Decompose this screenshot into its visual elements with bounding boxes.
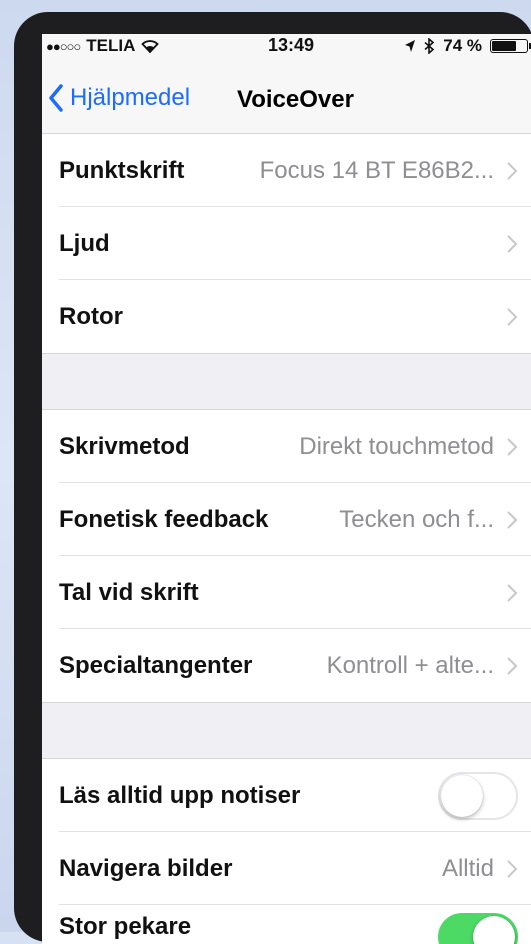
status-bar: ●●○○○ TELIA 13:49 74 % (42, 34, 531, 58)
signal-strength-icon: ●●○○○ (46, 38, 81, 54)
wifi-icon (141, 40, 160, 53)
row-rotor[interactable]: Rotor (42, 280, 531, 353)
row-label: Fonetisk feedback (59, 505, 269, 533)
page-title: VoiceOver (237, 86, 354, 113)
battery-percent: 74 % (443, 36, 482, 55)
row-value: Tecken och f... (339, 505, 494, 533)
row-punktskrift[interactable]: Punktskrift Focus 14 BT E86B2... (42, 134, 531, 207)
chevron-right-icon (507, 859, 518, 878)
status-right-group: 74 % (404, 36, 531, 56)
carrier-group: ●●○○○ TELIA (46, 36, 160, 56)
chevron-right-icon (507, 437, 518, 456)
row-label: Ljud (59, 229, 110, 257)
row-value: Focus 14 BT E86B2... (259, 156, 494, 184)
phone-frame: ●●○○○ TELIA 13:49 74 % Hjälpmedel VoiceO… (14, 12, 531, 944)
back-button[interactable]: Hjälpmedel (48, 84, 190, 112)
row-stor-pekare: Stor pekare (42, 905, 531, 944)
row-label: Punktskrift (59, 156, 185, 184)
large-pointer-toggle[interactable] (438, 913, 518, 944)
battery-icon (490, 39, 531, 53)
row-label: Rotor (59, 302, 123, 330)
bluetooth-icon (424, 38, 435, 54)
row-label: Tal vid skrift (59, 578, 199, 606)
carrier-label: TELIA (86, 36, 136, 55)
clock: 13:49 (268, 35, 315, 55)
row-label: Navigera bilder (59, 854, 233, 882)
row-las-alltid-upp-notiser: Läs alltid upp notiser (42, 759, 531, 832)
toggle-knob (473, 916, 515, 944)
section-spacer (42, 353, 531, 410)
chevron-right-icon (507, 510, 518, 529)
chevron-right-icon (507, 307, 518, 326)
row-ljud[interactable]: Ljud (42, 207, 531, 280)
chevron-right-icon (507, 161, 518, 180)
navigation-bar: Hjälpmedel VoiceOver (42, 58, 531, 134)
row-label: Läs alltid upp notiser (59, 781, 301, 809)
chevron-left-icon (49, 84, 63, 112)
settings-list: Punktskrift Focus 14 BT E86B2... Ljud Ro… (42, 134, 531, 944)
location-arrow-icon (405, 40, 416, 52)
back-button-label: Hjälpmedel (70, 84, 191, 111)
section-spacer (42, 702, 531, 759)
settings-section-1: Punktskrift Focus 14 BT E86B2... Ljud Ro… (42, 134, 531, 353)
row-fonetisk-feedback[interactable]: Fonetisk feedback Tecken och f... (42, 483, 531, 556)
row-value: Alltid (441, 854, 494, 882)
row-specialtangenter[interactable]: Specialtangenter Kontroll + alte... (42, 629, 531, 702)
settings-section-3: Läs alltid upp notiser Navigera bilder A… (42, 759, 531, 944)
row-label: Stor pekare (59, 913, 192, 940)
chevron-right-icon (507, 583, 518, 602)
notifications-toggle[interactable] (438, 771, 518, 820)
battery-fill (492, 41, 517, 51)
row-skrivmetod[interactable]: Skrivmetod Direkt touchmetod (42, 410, 531, 483)
chevron-right-icon (507, 656, 518, 675)
row-tal-vid-skrift[interactable]: Tal vid skrift (42, 556, 531, 629)
row-navigera-bilder[interactable]: Navigera bilder Alltid (42, 832, 531, 905)
row-label: Specialtangenter (59, 651, 253, 679)
row-value: Direkt touchmetod (299, 432, 494, 460)
toggle-knob (441, 774, 483, 817)
row-value: Kontroll + alte... (326, 651, 494, 679)
chevron-right-icon (507, 234, 518, 253)
row-label: Skrivmetod (59, 432, 190, 460)
screen: ●●○○○ TELIA 13:49 74 % Hjälpmedel VoiceO… (42, 34, 531, 944)
settings-section-2: Skrivmetod Direkt touchmetod Fonetisk fe… (42, 410, 531, 702)
